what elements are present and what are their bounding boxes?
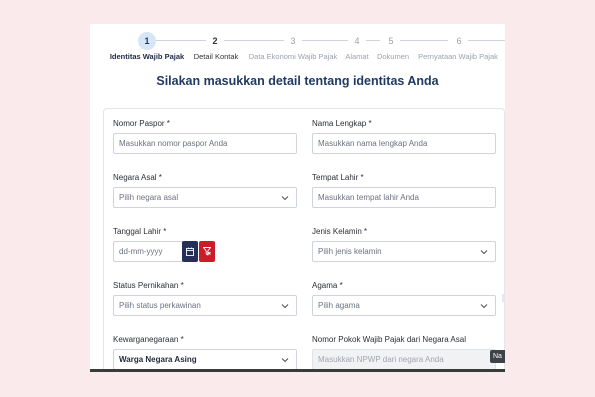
step-connector xyxy=(398,40,448,41)
birth-date-input[interactable]: dd-mm-yyyy xyxy=(113,241,183,262)
calendar-icon xyxy=(186,247,194,256)
birth-date-group: dd-mm-yyyy xyxy=(113,241,297,262)
gender-field: Jenis Kelamin * Pilih jenis kelamin xyxy=(312,227,496,262)
chevron-down-icon xyxy=(281,358,289,363)
marital-field: Status Pernikahan * Pilih status perkawi… xyxy=(113,281,297,316)
step-connector xyxy=(156,40,208,41)
step-1-label: Identitas Wajib Pajak xyxy=(109,52,185,61)
step-3-number[interactable]: 3 xyxy=(284,32,302,50)
passport-input[interactable]: Masukkan nomor paspor Anda xyxy=(113,133,297,154)
birth-place-field: Tempat Lahir * Masukkan tempat lahir And… xyxy=(312,173,496,208)
filter-clear-icon xyxy=(203,247,211,256)
marital-select-value: Pilih status perkawinan xyxy=(119,301,201,310)
step-connector xyxy=(224,40,286,41)
country-select[interactable]: Pilih negara asal xyxy=(113,187,297,208)
step-connector xyxy=(364,40,380,41)
progress-stepper: 1 2 3 4 5 6 Identitas Wajib Pajak Detail… xyxy=(90,30,505,64)
religion-select[interactable]: Pilih agama xyxy=(312,295,496,316)
step-2-number[interactable]: 2 xyxy=(206,32,224,50)
step-connector xyxy=(302,40,348,41)
screenshot-frame: 1 2 3 4 5 6 Identitas Wajib Pajak Detail… xyxy=(90,24,505,372)
full-name-label: Nama Lengkap * xyxy=(312,119,372,128)
gender-label: Jenis Kelamin * xyxy=(312,227,368,236)
step-connector xyxy=(464,40,505,41)
full-name-input[interactable]: Masukkan nama lengkap Anda xyxy=(312,133,496,154)
page-title: Silakan masukkan detail tentang identita… xyxy=(156,74,439,88)
step-2-label: Detail Kontak xyxy=(193,52,239,61)
identity-form-card: Nomor Paspor * Masukkan nomor paspor And… xyxy=(103,108,505,372)
passport-field: Nomor Paspor * Masukkan nomor paspor And… xyxy=(113,119,297,154)
citizenship-select[interactable]: Warga Negara Asing xyxy=(113,349,297,370)
step-5-label: Dokumen xyxy=(376,52,410,61)
clear-date-button[interactable] xyxy=(199,241,215,262)
step-4-label: Alamat xyxy=(345,52,369,61)
step-6-number[interactable]: 6 xyxy=(450,32,468,50)
npwp-field: Nomor Pokok Wajib Pajak dari Negara Asal… xyxy=(312,335,496,370)
citizenship-field: Kewarganegaraan * Warga Negara Asing xyxy=(113,335,297,370)
birth-place-label: Tempat Lahir * xyxy=(312,173,364,182)
citizenship-select-value: Warga Negara Asing xyxy=(119,355,197,364)
npwp-label: Nomor Pokok Wajib Pajak dari Negara Asal xyxy=(312,335,466,344)
step-1-number[interactable]: 1 xyxy=(138,32,156,50)
chevron-down-icon xyxy=(480,304,488,309)
religion-select-value: Pilih agama xyxy=(318,301,360,310)
country-select-value: Pilih negara asal xyxy=(119,193,179,202)
npwp-input[interactable]: Masukkan NPWP dari negara Anda xyxy=(312,349,496,370)
step-5-number[interactable]: 5 xyxy=(382,32,400,50)
scrollbar-thumb[interactable] xyxy=(502,294,505,302)
country-field: Negara Asal * Pilih negara asal xyxy=(113,173,297,208)
gender-select-value: Pilih jenis kelamin xyxy=(318,247,382,256)
gender-select[interactable]: Pilih jenis kelamin xyxy=(312,241,496,262)
birth-date-label: Tanggal Lahir * xyxy=(113,227,167,236)
step-6-label: Pernyataan Wajib Pajak xyxy=(418,52,498,61)
birth-place-input[interactable]: Masukkan tempat lahir Anda xyxy=(312,187,496,208)
chevron-down-icon xyxy=(480,250,488,255)
full-name-field: Nama Lengkap * Masukkan nama lengkap And… xyxy=(312,119,496,154)
passport-label: Nomor Paspor * xyxy=(113,119,170,128)
calendar-button[interactable] xyxy=(182,241,198,262)
chevron-down-icon xyxy=(281,196,289,201)
chevron-down-icon xyxy=(281,304,289,309)
religion-label: Agama * xyxy=(312,281,343,290)
marital-label: Status Pernikahan * xyxy=(113,281,184,290)
step-3-label: Data Ekonomi Wajib Pajak xyxy=(248,52,338,61)
citizenship-label: Kewarganegaraan * xyxy=(113,335,184,344)
frame-bottom-edge xyxy=(90,369,505,372)
country-label: Negara Asal * xyxy=(113,173,162,182)
birth-date-field: Tanggal Lahir * dd-mm-yyyy xyxy=(113,227,297,262)
side-tab[interactable]: Na xyxy=(490,350,505,363)
religion-field: Agama * Pilih agama xyxy=(312,281,496,316)
step-4-number[interactable]: 4 xyxy=(348,32,366,50)
marital-select[interactable]: Pilih status perkawinan xyxy=(113,295,297,316)
